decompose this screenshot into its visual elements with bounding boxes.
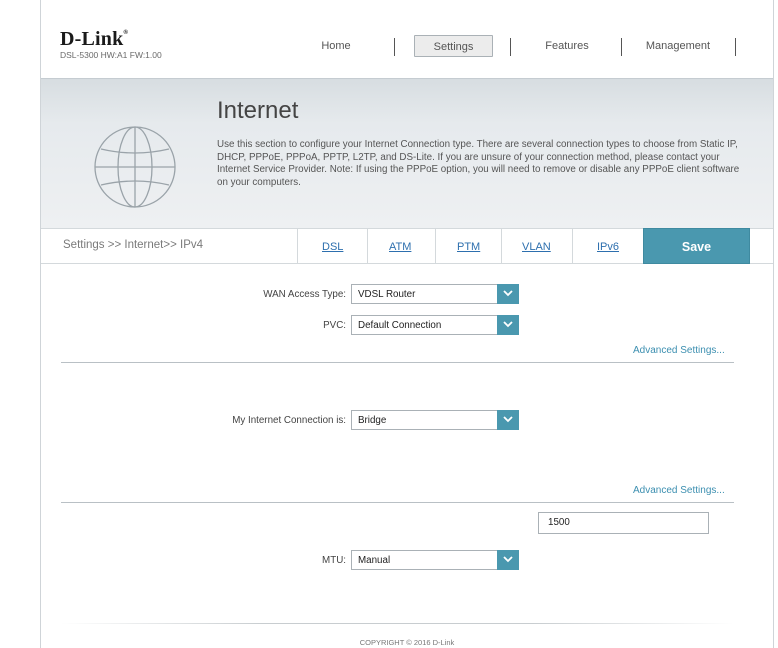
wan-access-type-select[interactable]: VDSL Router (351, 284, 519, 304)
main-nav: Home Settings Features Management (41, 35, 773, 57)
connection-type-value: Bridge (358, 415, 387, 426)
mtu-label: MTU: (322, 555, 346, 566)
mtu-select[interactable]: Manual (351, 550, 519, 570)
wan-access-type-label: WAN Access Type: (263, 289, 346, 300)
nav-management[interactable]: Management (637, 35, 719, 57)
save-button[interactable]: Save (643, 228, 750, 264)
page-banner: Internet Use this section to configure y… (41, 78, 773, 228)
tab-atm[interactable]: ATM (389, 241, 411, 253)
chevron-down-icon (497, 284, 519, 304)
pvc-select[interactable]: Default Connection (351, 315, 519, 335)
chevron-down-icon (497, 410, 519, 430)
mtu-value-input[interactable]: 1500 (538, 512, 709, 534)
header: D-Link® DSL-5300 HW:A1 FW:1.00 Home Sett… (41, 0, 773, 78)
pvc-value: Default Connection (358, 320, 442, 331)
nav-divider (735, 38, 736, 56)
section-divider (61, 502, 734, 503)
nav-settings[interactable]: Settings (414, 35, 493, 57)
tab-divider (297, 229, 298, 263)
nav-divider (394, 38, 395, 56)
tab-dsl[interactable]: DSL (322, 241, 343, 253)
tab-ipv6[interactable]: IPv6 (597, 241, 619, 253)
chevron-down-icon (497, 550, 519, 570)
tab-divider (435, 229, 436, 263)
page-frame: D-Link® DSL-5300 HW:A1 FW:1.00 Home Sett… (40, 0, 774, 648)
tab-vlan[interactable]: VLAN (522, 241, 551, 253)
page-description: Use this section to configure your Inter… (217, 139, 740, 188)
globe-icon (89, 121, 181, 218)
advanced-settings-link[interactable]: Advanced Settings... (633, 345, 725, 356)
mtu-value: Manual (358, 555, 391, 566)
chevron-down-icon (497, 315, 519, 335)
sub-tab-bar: Settings >> Internet>> IPv4 DSL ATM PTM … (41, 228, 773, 264)
nav-divider (510, 38, 511, 56)
breadcrumb: Settings >> Internet>> IPv4 (63, 239, 204, 251)
connection-type-label: My Internet Connection is: (232, 415, 346, 426)
tab-divider (367, 229, 368, 263)
tab-divider (572, 229, 573, 263)
nav-home[interactable]: Home (306, 35, 366, 57)
nav-features[interactable]: Features (531, 35, 603, 57)
wan-access-type-value: VDSL Router (358, 289, 416, 300)
copyright-text: COPYRIGHT © 2016 D-Link (359, 638, 455, 647)
advanced-settings-link[interactable]: Advanced Settings... (633, 485, 725, 496)
section-divider (61, 362, 734, 363)
pvc-label: PVC: (323, 320, 346, 331)
tab-ptm[interactable]: PTM (457, 241, 480, 253)
page-title: Internet (217, 97, 299, 124)
footer-divider (61, 623, 734, 624)
nav-divider (621, 38, 622, 56)
tab-divider (501, 229, 502, 263)
connection-type-select[interactable]: Bridge (351, 410, 519, 430)
